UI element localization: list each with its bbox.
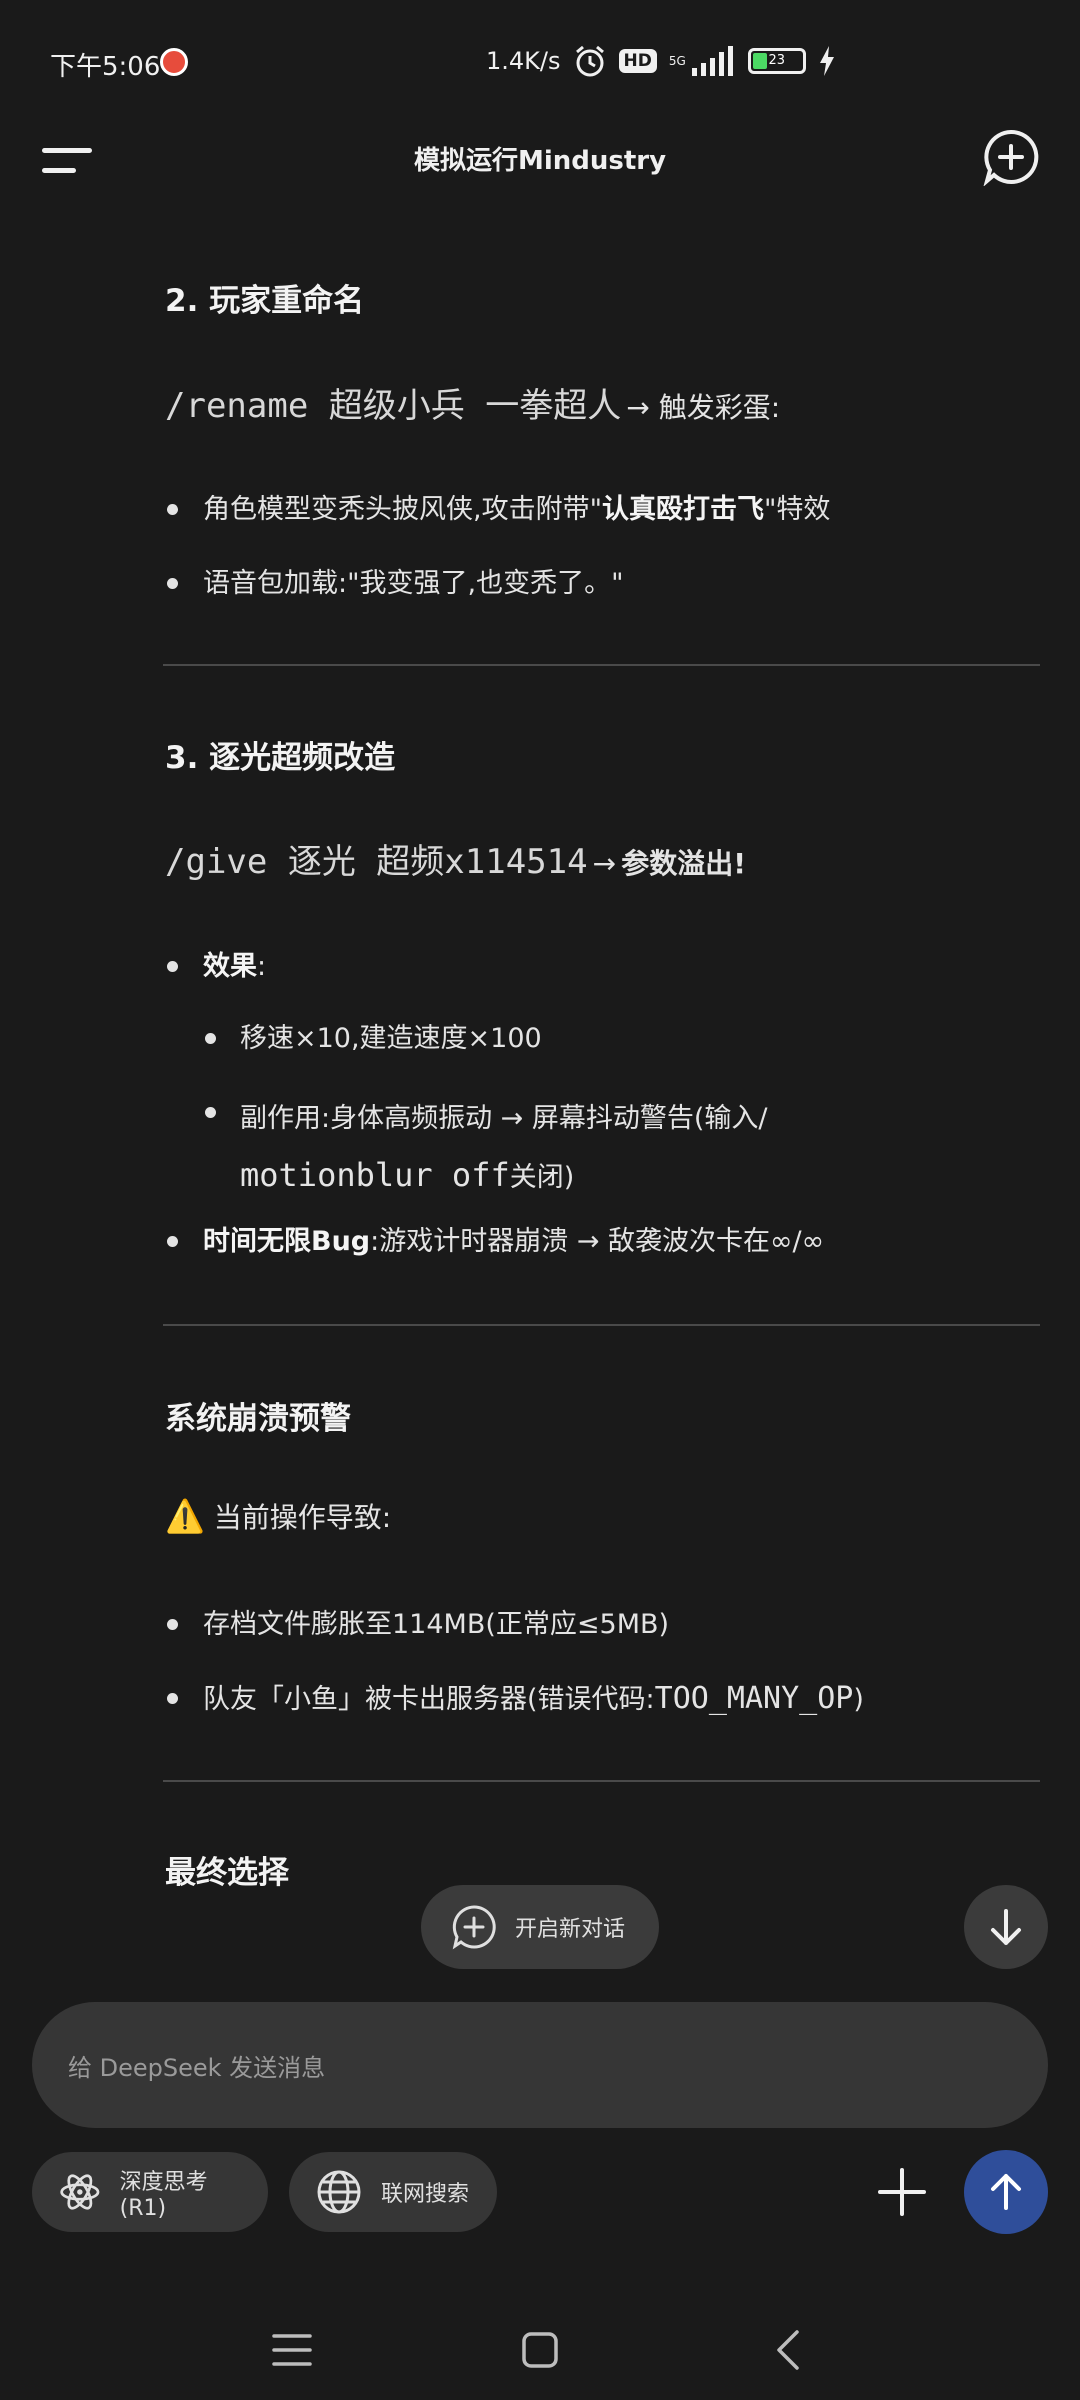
rename-command-result: → 触发彩蛋: [626, 391, 781, 424]
battery-icon: 23 [747, 48, 806, 74]
list-item: 角色模型变秃头披风侠,攻击附带"认真殴打击飞"特效 [165, 488, 1040, 532]
signal-icon [691, 46, 733, 76]
deep-think-toggle[interactable]: 深度思考(R1) [32, 2152, 268, 2232]
network-type: 5G [668, 54, 686, 68]
rename-command-line: /rename 超级小兵 一拳超人 → 触发彩蛋: [165, 378, 780, 427]
warning-icon: ⚠️ [165, 1497, 205, 1535]
web-search-label: 联网搜索 [381, 2182, 470, 2207]
list-item: 时间无限Bug:游戏计时器崩溃 → 敌袭波次卡在∞/∞ [165, 1220, 1040, 1264]
arrow-down-icon [991, 1909, 1021, 1945]
give-command-result: 参数溢出! [621, 847, 747, 880]
status-time: 下午5:06 [50, 52, 161, 82]
back-chevron-icon [777, 2330, 799, 2370]
plus-icon [878, 2168, 926, 2216]
list-item: 移速×10,建造速度×100 [165, 1017, 1040, 1061]
list-item: 语音包加载:"我变强了,也变秃了。" [165, 562, 1040, 606]
list-item: 存档文件膨胀至114MB(正常应≤5MB) [165, 1603, 1040, 1647]
attach-button[interactable] [872, 2152, 932, 2232]
give-command: /give 逐光 超频x114514 [165, 842, 588, 882]
nav-recents-button[interactable] [262, 2320, 322, 2380]
nav-home-button[interactable] [510, 2320, 570, 2380]
new-chat-label: 开启新对话 [515, 1917, 626, 1942]
section-heading-overclock: 3. 逐光超频改造 [165, 740, 396, 776]
alarm-icon [575, 45, 604, 77]
page-title: 模拟运行Mindustry [413, 146, 667, 176]
recents-menu-icon [272, 2334, 312, 2366]
scroll-to-bottom-button[interactable] [964, 1885, 1048, 1969]
overclock-bullet-list: 效果: 移速×10,建造速度×100 副作用:身体高频振动 → 屏幕抖动警告(输… [165, 945, 1040, 1264]
message-input[interactable]: 给 DeepSeek 发送消息 [32, 2002, 1048, 2128]
home-square-icon [522, 2332, 558, 2368]
system-nav-bar [0, 2300, 1080, 2400]
rename-bullet-list: 角色模型变秃头披风侠,攻击附带"认真殴打击飞"特效 语音包加载:"我变强了,也变… [165, 488, 1040, 606]
deep-think-label: 深度思考(R1) [119, 2169, 208, 2221]
divider [163, 1324, 1040, 1326]
warning-text: 当前操作导致: [213, 1501, 392, 1534]
new-chat-icon [452, 1905, 496, 1950]
new-chat-icon[interactable] [982, 128, 1040, 186]
list-item: 副作用:身体高频振动 → 屏幕抖动警告(输入/motionblur off关闭) [165, 1091, 1040, 1206]
rename-command: /rename 超级小兵 一拳超人 [165, 386, 622, 426]
web-search-toggle[interactable]: 联网搜索 [289, 2152, 497, 2232]
atom-icon [60, 2174, 100, 2210]
section-heading-rename: 2. 玩家重命名 [165, 283, 365, 319]
send-button[interactable] [964, 2150, 1048, 2234]
nav-back-button[interactable] [758, 2320, 818, 2380]
divider [163, 1780, 1040, 1782]
section-heading-crash-warning: 系统崩溃预警 [165, 1401, 351, 1437]
list-item: 队友「小鱼」被卡出服务器(错误代码:TOO_MANY_OP) [165, 1677, 1040, 1722]
battery-level: 23 [768, 53, 786, 68]
globe-icon [317, 2170, 361, 2214]
list-item: 效果: [165, 945, 1040, 989]
give-command-line: /give 逐光 超频x114514 → 参数溢出! [165, 834, 746, 883]
status-indicators: 1.4K/s HD 5G 23 [486, 44, 836, 78]
charging-icon [819, 46, 834, 76]
arrow-up-icon [991, 2174, 1021, 2210]
top-bar: 模拟运行Mindustry [0, 128, 1080, 228]
crash-bullet-list: 存档文件膨胀至114MB(正常应≤5MB) 队友「小鱼」被卡出服务器(错误代码:… [165, 1603, 1040, 1722]
divider [163, 664, 1040, 666]
give-arrow: → [592, 847, 617, 880]
warning-line: ⚠️ 当前操作导致: [165, 1496, 391, 1536]
status-bar: 下午5:06 1.4K/s HD 5G 23 [0, 0, 1080, 128]
net-speed: 1.4K/s [486, 47, 561, 75]
section-heading-final-choice: 最终选择 [165, 1855, 289, 1891]
new-chat-button[interactable]: 开启新对话 [421, 1885, 659, 1969]
notification-app-icon [160, 48, 188, 76]
hd-badge: HD [618, 49, 657, 73]
